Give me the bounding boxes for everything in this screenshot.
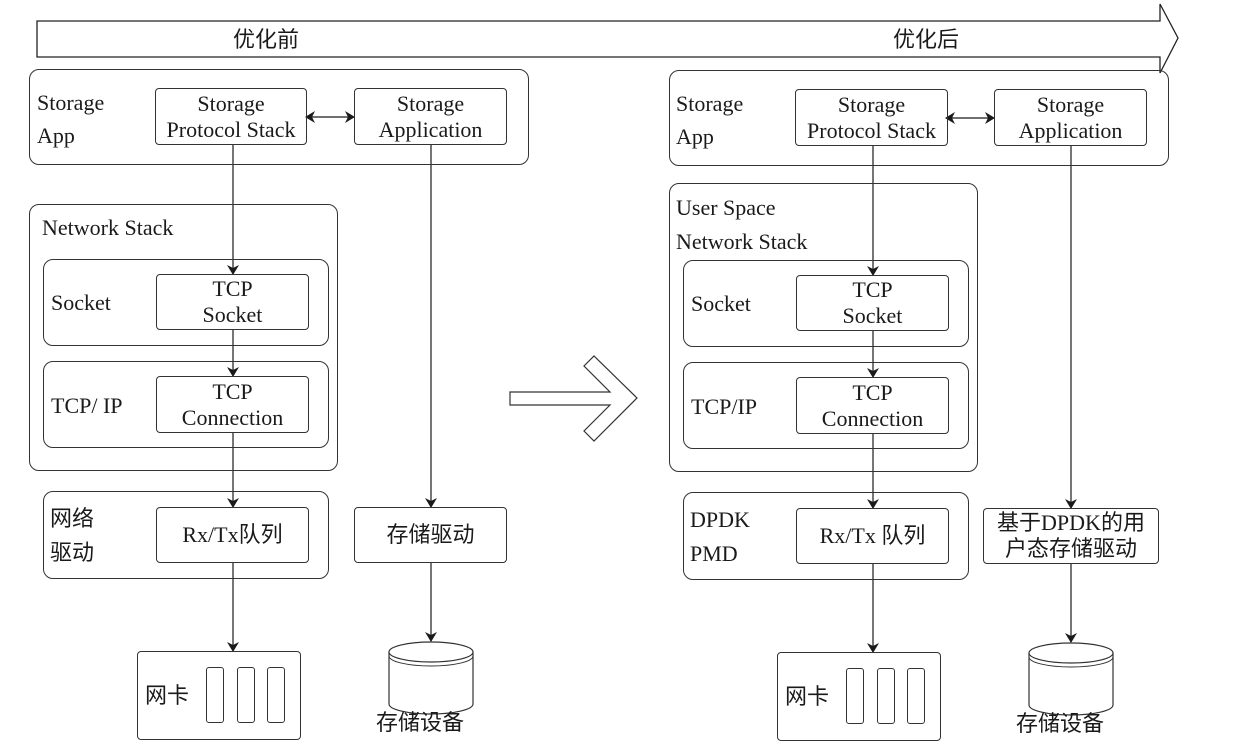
after-label: 优化后 bbox=[893, 27, 960, 52]
nic-label-after: 网卡 bbox=[785, 684, 830, 709]
user-space-network-stack-label: User Space Network Stack bbox=[676, 195, 808, 254]
tcp-socket-box: TCP Socket bbox=[156, 274, 309, 330]
storage-device-icon-after bbox=[1028, 642, 1114, 716]
tcpip-layer-label-after: TCP/IP bbox=[691, 394, 758, 419]
storage-app-label-after: Storage App bbox=[676, 91, 744, 149]
storage-protocol-stack-box-after: Storage Protocol Stack bbox=[795, 89, 948, 146]
tcp-socket-box-after: TCP Socket bbox=[796, 275, 949, 331]
transition-arrow bbox=[509, 355, 638, 442]
network-driver-label: 网络 驱动 bbox=[50, 506, 95, 565]
storage-application-box: Storage Application bbox=[354, 88, 507, 145]
user-space-storage-driver-box: 基于DPDK的用 户态存储驱动 bbox=[983, 508, 1159, 564]
timeline-arrow bbox=[36, 3, 1179, 74]
storage-application-box-after: Storage Application bbox=[994, 89, 1147, 146]
storage-app-label: Storage App bbox=[37, 90, 105, 148]
storage-device-label: 存储设备 bbox=[376, 710, 465, 735]
rx-tx-queue-box: Rx/Tx队列 bbox=[156, 507, 309, 563]
network-stack-label: Network Stack bbox=[42, 215, 174, 240]
nic-port-icon bbox=[846, 668, 864, 724]
dpdk-pmd-label: DPDK PMD bbox=[690, 507, 750, 566]
nic-port-icon bbox=[907, 668, 925, 724]
nic-label: 网卡 bbox=[145, 683, 190, 708]
nic-port-icon bbox=[237, 667, 255, 723]
storage-driver-box: 存储驱动 bbox=[354, 507, 507, 563]
socket-layer-label: Socket bbox=[51, 290, 111, 315]
tcp-connection-box: TCP Connection bbox=[156, 376, 309, 433]
tcp-connection-box-after: TCP Connection bbox=[796, 377, 949, 434]
before-label: 优化前 bbox=[233, 27, 300, 52]
storage-device-label-after: 存储设备 bbox=[1016, 711, 1105, 736]
storage-device-icon-before bbox=[388, 641, 474, 715]
nic-port-icon bbox=[206, 667, 224, 723]
storage-protocol-stack-box: Storage Protocol Stack bbox=[155, 88, 307, 145]
socket-layer-label-after: Socket bbox=[691, 291, 751, 316]
nic-port-icon bbox=[267, 667, 285, 723]
nic-port-icon bbox=[877, 668, 895, 724]
rx-tx-queue-box-after: Rx/Tx 队列 bbox=[796, 508, 949, 564]
tcpip-layer-label: TCP/ IP bbox=[51, 393, 123, 418]
